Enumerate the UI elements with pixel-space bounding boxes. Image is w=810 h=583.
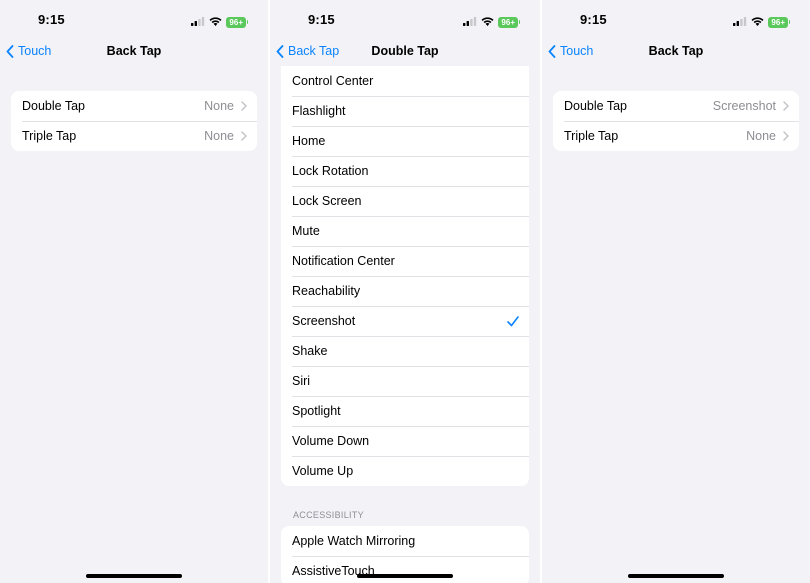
chevron-right-icon bbox=[241, 131, 247, 141]
double-tap-row[interactable]: Double Tap None bbox=[11, 91, 257, 121]
status-bar: 9:15 96+ bbox=[270, 0, 540, 40]
option-label: Lock Screen bbox=[292, 194, 362, 208]
navigation-bar: Back Tap Double Tap bbox=[270, 40, 540, 64]
option-label: Lock Rotation bbox=[292, 164, 369, 178]
action-options-list: Control Center Flashlight Home Lock Rotatio… bbox=[281, 66, 529, 486]
wifi-icon bbox=[751, 13, 764, 31]
navigation-bar: Touch Back Tap bbox=[542, 40, 810, 64]
option-mute[interactable]: Mute bbox=[281, 216, 529, 246]
status-icons: 96+ bbox=[191, 13, 248, 31]
option-label: Screenshot bbox=[292, 314, 356, 328]
row-value: None bbox=[204, 99, 234, 113]
back-button-touch[interactable]: Touch bbox=[548, 44, 593, 58]
row-label: Triple Tap bbox=[22, 129, 77, 143]
triple-tap-row[interactable]: Triple Tap None bbox=[11, 121, 257, 151]
row-value: None bbox=[204, 129, 234, 143]
chevron-left-icon bbox=[548, 44, 556, 58]
option-label: Siri bbox=[292, 374, 311, 388]
back-tap-settings-group: Double Tap None Triple Tap None bbox=[11, 91, 257, 151]
option-spotlight[interactable]: Spotlight bbox=[281, 396, 529, 426]
option-label: Notification Center bbox=[292, 254, 395, 268]
option-control-center[interactable]: Control Center bbox=[281, 66, 529, 96]
option-volume-up[interactable]: Volume Up bbox=[281, 456, 529, 486]
status-icons: 96+ bbox=[463, 13, 520, 31]
double-tap-screen: 9:15 96+ Back Tap Double Tap Control Cen… bbox=[270, 0, 540, 583]
accessibility-section-header: ACCESSIBILITY bbox=[293, 510, 364, 520]
status-time: 9:15 bbox=[38, 12, 65, 27]
back-label: Touch bbox=[18, 44, 52, 58]
back-tap-settings-group: Double Tap Screenshot Triple Tap None bbox=[553, 91, 799, 151]
chevron-left-icon bbox=[276, 44, 284, 58]
option-label: Volume Down bbox=[292, 434, 370, 448]
option-label: Flashlight bbox=[292, 104, 346, 118]
wifi-icon bbox=[209, 13, 222, 31]
option-assistivetouch[interactable]: AssistiveTouch bbox=[281, 556, 529, 583]
option-home[interactable]: Home bbox=[281, 126, 529, 156]
home-indicator[interactable] bbox=[628, 574, 724, 578]
navigation-bar: Touch Back Tap bbox=[0, 40, 268, 64]
back-tap-screen-right: 9:15 96+ Touch Back Tap Double Tap Scree… bbox=[542, 0, 810, 583]
option-shake[interactable]: Shake bbox=[281, 336, 529, 366]
row-value: None bbox=[746, 129, 776, 143]
row-value: Screenshot bbox=[712, 99, 776, 113]
back-button-touch[interactable]: Touch bbox=[6, 44, 51, 58]
option-volume-down[interactable]: Volume Down bbox=[281, 426, 529, 456]
option-label: Reachability bbox=[292, 284, 361, 298]
option-screenshot[interactable]: Screenshot bbox=[281, 306, 529, 336]
row-label: Double Tap bbox=[564, 99, 628, 113]
option-label: Volume Up bbox=[292, 464, 354, 478]
option-notification-center[interactable]: Notification Center bbox=[281, 246, 529, 276]
option-label: Control Center bbox=[292, 74, 374, 88]
status-bar: 9:15 96+ bbox=[0, 0, 268, 40]
option-siri[interactable]: Siri bbox=[281, 366, 529, 396]
option-label: Home bbox=[292, 134, 326, 148]
status-icons: 96+ bbox=[733, 13, 790, 31]
battery-icon: 96+ bbox=[498, 16, 520, 28]
option-label: Mute bbox=[292, 224, 320, 238]
status-time: 9:15 bbox=[580, 12, 607, 27]
cellular-signal-icon bbox=[191, 13, 205, 31]
double-tap-row[interactable]: Double Tap Screenshot bbox=[553, 91, 799, 121]
option-lock-screen[interactable]: Lock Screen bbox=[281, 186, 529, 216]
cellular-signal-icon bbox=[733, 13, 747, 31]
back-tap-screen-left: 9:15 96+ Touch Back Tap Double Tap None … bbox=[0, 0, 268, 583]
option-reachability[interactable]: Reachability bbox=[281, 276, 529, 306]
status-bar: 9:15 96+ bbox=[542, 0, 810, 40]
row-label: Triple Tap bbox=[564, 129, 619, 143]
option-lock-rotation[interactable]: Lock Rotation bbox=[281, 156, 529, 186]
chevron-right-icon bbox=[241, 101, 247, 111]
option-apple-watch-mirroring[interactable]: Apple Watch Mirroring bbox=[281, 526, 529, 556]
back-button-back-tap[interactable]: Back Tap bbox=[276, 44, 339, 58]
chevron-right-icon bbox=[783, 131, 789, 141]
home-indicator[interactable] bbox=[357, 574, 453, 578]
option-flashlight[interactable]: Flashlight bbox=[281, 96, 529, 126]
checkmark-icon bbox=[507, 315, 519, 327]
home-indicator[interactable] bbox=[86, 574, 182, 578]
chevron-right-icon bbox=[783, 101, 789, 111]
wifi-icon bbox=[481, 13, 494, 31]
back-label: Touch bbox=[560, 44, 594, 58]
cellular-signal-icon bbox=[463, 13, 477, 31]
battery-icon: 96+ bbox=[768, 16, 790, 28]
status-time: 9:15 bbox=[308, 12, 335, 27]
option-label: Spotlight bbox=[292, 404, 341, 418]
battery-icon: 96+ bbox=[226, 16, 248, 28]
row-label: Double Tap bbox=[22, 99, 86, 113]
back-label: Back Tap bbox=[288, 44, 340, 58]
triple-tap-row[interactable]: Triple Tap None bbox=[553, 121, 799, 151]
option-label: Shake bbox=[292, 344, 328, 358]
chevron-left-icon bbox=[6, 44, 14, 58]
option-label: Apple Watch Mirroring bbox=[292, 534, 416, 548]
